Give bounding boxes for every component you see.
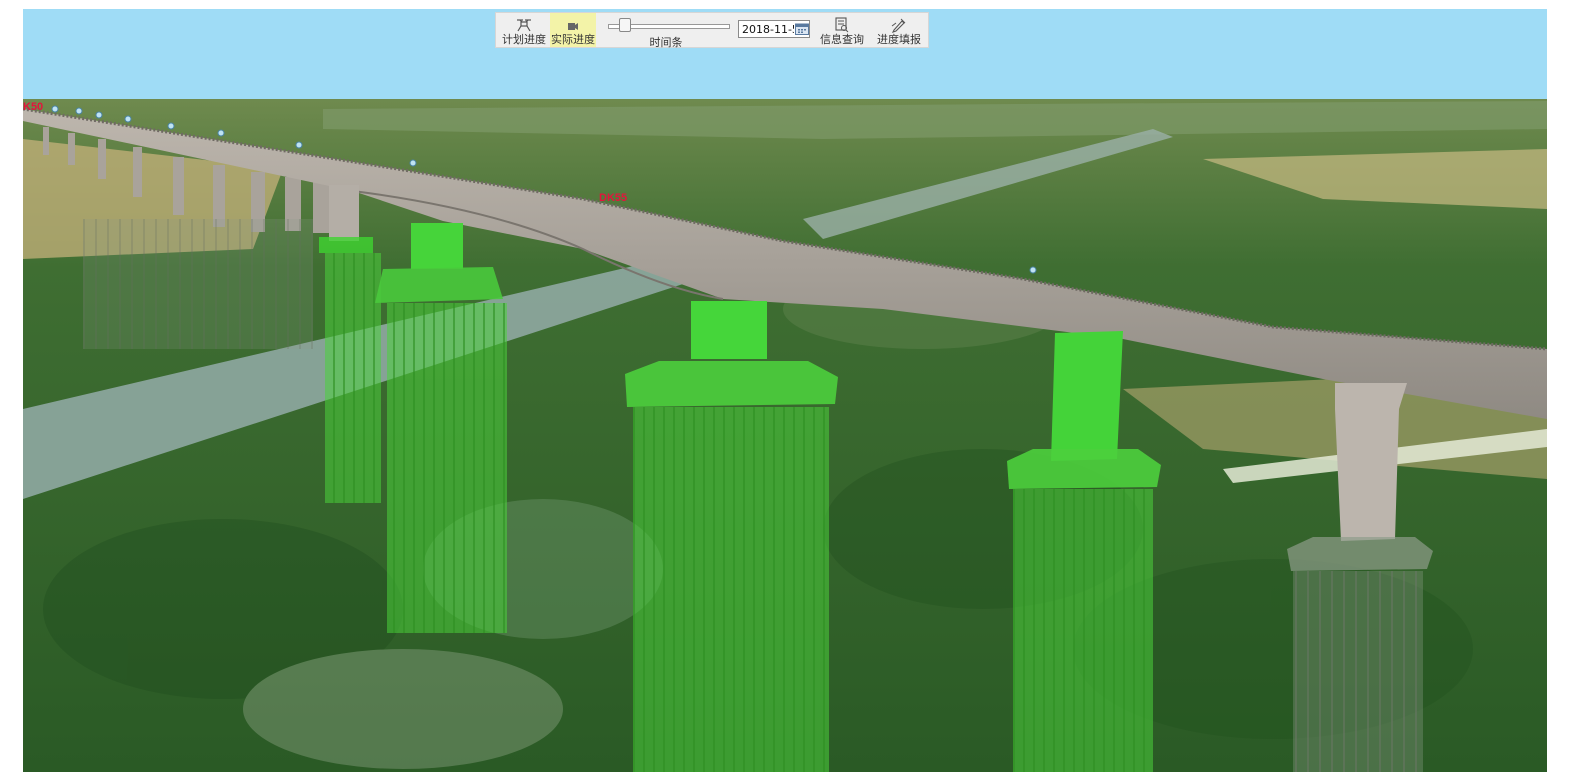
- timebar-label: 时间条: [649, 36, 683, 49]
- plan-progress-label: 计划进度: [502, 33, 546, 46]
- info-query-button[interactable]: 信息查询: [816, 13, 868, 47]
- date-picker[interactable]: [738, 20, 810, 38]
- 3d-scene[interactable]: [23, 9, 1547, 772]
- pier-completed: [319, 237, 381, 503]
- progress-report-label: 进度填报: [877, 33, 921, 46]
- camera-icon: [566, 13, 580, 33]
- document-search-icon: [835, 13, 849, 33]
- info-query-label: 信息查询: [820, 33, 864, 46]
- actual-progress-button[interactable]: 实际进度: [550, 13, 596, 47]
- calendar-icon[interactable]: [794, 20, 809, 39]
- date-input[interactable]: [739, 22, 794, 36]
- time-slider[interactable]: [604, 16, 732, 32]
- pier-completed: [375, 223, 507, 633]
- time-slider-thumb[interactable]: [618, 18, 631, 32]
- pen-report-icon: [891, 13, 907, 33]
- drone-icon: [515, 13, 533, 33]
- actual-progress-label: 实际进度: [551, 33, 595, 46]
- map-viewport[interactable]: K50 DK55 计划进度 实际进度 时间条 2018-11-5 信息查询 进度…: [23, 9, 1547, 772]
- mileage-label-dk55[interactable]: DK55: [599, 192, 627, 204]
- progress-report-button[interactable]: 进度填报: [872, 13, 926, 47]
- far-pile-group: [83, 219, 313, 349]
- pier-grey: [329, 185, 359, 241]
- progress-toolbar: 计划进度 实际进度 时间条 信息查询: [495, 12, 929, 49]
- pier-completed: [625, 301, 838, 772]
- plan-progress-button[interactable]: 计划进度: [498, 13, 550, 47]
- mileage-label-far[interactable]: K50: [23, 101, 43, 113]
